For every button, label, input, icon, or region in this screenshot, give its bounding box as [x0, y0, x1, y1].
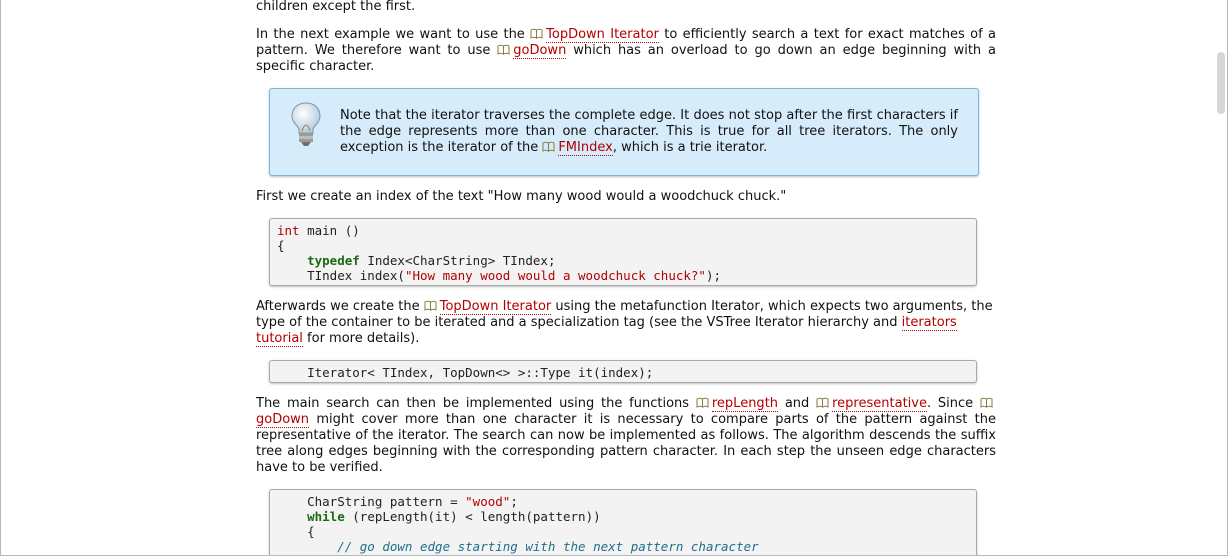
- paragraph-create-index: First we create an index of the text "Ho…: [256, 189, 787, 204]
- book-icon: [530, 27, 546, 42]
- book-icon: [424, 299, 440, 314]
- note-box: Note that the iterator traverses the com…: [269, 88, 979, 176]
- book-icon: [696, 396, 712, 411]
- code-block-search: CharString pattern = "wood"; while (repL…: [269, 489, 977, 555]
- code-block-iterator: Iterator< TIndex, TopDown<> >::Type it(i…: [269, 360, 977, 383]
- paragraph-afterwards: Afterwards we create the TopDown Iterato…: [256, 299, 993, 347]
- link-godown[interactable]: goDown: [513, 43, 567, 59]
- note-text: Note that the iterator traverses the com…: [340, 108, 958, 156]
- link-topdown-iterator-2[interactable]: TopDown Iterator: [439, 299, 552, 315]
- paragraph-main-search: The main search can then be implemented …: [256, 396, 996, 475]
- book-icon: [542, 140, 558, 155]
- link-representative[interactable]: representative: [832, 396, 927, 412]
- lightbulb-icon: [291, 102, 321, 146]
- link-topdown-iterator[interactable]: TopDown Iterator: [546, 27, 659, 43]
- link-godown-2[interactable]: goDown: [256, 412, 310, 428]
- book-icon: [980, 396, 996, 411]
- book-icon: [816, 396, 832, 411]
- scrollbar-thumb[interactable]: [1217, 52, 1225, 114]
- code-block-index: int main () { typedef Index<CharString> …: [269, 218, 977, 286]
- document-frame: children except the first. In the next e…: [0, 0, 1228, 556]
- paragraph-next-example: In the next example we want to use the T…: [256, 27, 996, 74]
- link-fmindex[interactable]: FMIndex: [558, 140, 613, 156]
- paragraph-children: children except the first.: [256, 0, 416, 14]
- book-icon: [497, 43, 513, 58]
- link-replength[interactable]: repLength: [711, 396, 779, 412]
